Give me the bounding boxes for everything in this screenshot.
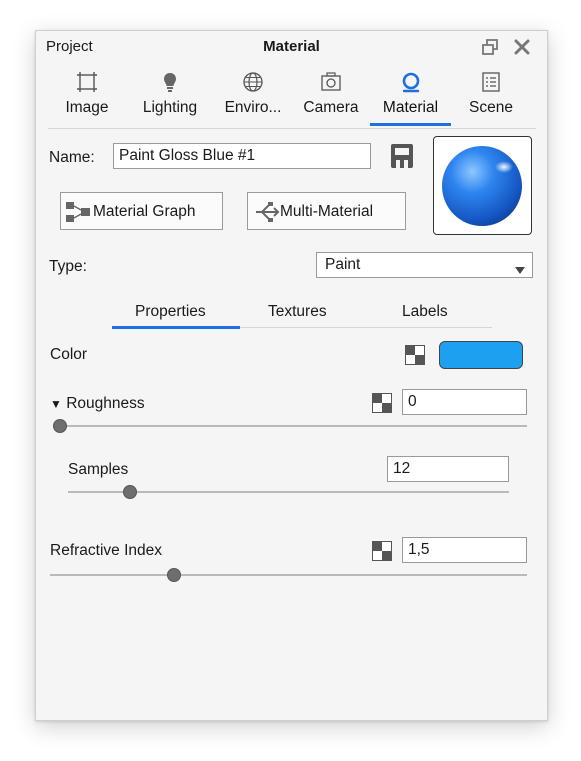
roughness-label-text: Roughness [66,395,145,412]
subtab-properties[interactable]: Properties [135,303,206,321]
image-frame-icon [76,71,98,93]
material-graph-label: Material Graph [93,203,196,220]
panel-tabs: Image Lighting Enviro... Camera Material… [36,69,547,129]
refractive-index-label: Refractive Index [50,542,162,559]
restore-window-icon[interactable] [480,37,500,57]
material-name-field[interactable]: Paint Gloss Blue #1 [113,143,371,169]
roughness-slider-track[interactable] [53,425,527,427]
subtab-textures[interactable]: Textures [268,303,327,321]
tab-camera[interactable]: Camera [294,69,368,125]
tab-label: Lighting [142,99,198,116]
name-label: Name: [49,149,95,166]
type-label: Type: [49,258,87,275]
refractive-index-slider-track[interactable] [50,574,527,576]
tab-scene[interactable]: Scene [456,69,526,125]
color-swatch[interactable] [439,341,523,369]
material-graph-icon [65,201,91,223]
preview-sphere [442,146,522,226]
texture-checker-icon[interactable] [372,393,392,413]
active-subtab-indicator [112,326,240,329]
panel-title: Material [263,38,320,55]
roughness-label[interactable]: ▼ Roughness [50,395,145,413]
title-bar: Project Material [36,31,547,63]
samples-value-field[interactable]: 12 [387,456,509,482]
tab-label: Enviro... [224,99,282,116]
multi-material-icon [254,201,280,223]
globe-icon [242,71,264,93]
material-panel-window: Project Material Image Lighting Enviro..… [35,30,548,721]
tab-environment[interactable]: Enviro... [214,69,292,125]
color-label: Color [50,346,88,363]
active-tab-indicator [370,123,451,126]
refractive-index-slider-knob[interactable] [167,568,182,582]
texture-checker-icon[interactable] [405,345,425,365]
type-dropdown[interactable]: Paint [316,252,533,278]
roughness-value-field[interactable]: 0 [402,389,527,415]
scene-list-icon [480,71,502,93]
close-icon[interactable] [512,37,532,57]
tabs-divider [48,128,536,129]
tab-material[interactable]: Material [370,69,451,125]
samples-slider-knob[interactable] [122,485,137,499]
tab-label: Scene [469,99,513,116]
type-value: Paint [325,256,361,273]
lightbulb-icon [159,71,181,93]
subtab-labels[interactable]: Labels [402,303,448,321]
disclosure-triangle-icon: ▼ [50,397,62,411]
refractive-index-field[interactable]: 1,5 [402,537,527,563]
samples-label: Samples [68,461,129,478]
tab-label: Material [382,99,439,116]
material-preview [433,136,532,235]
multi-material-button[interactable]: Multi-Material [247,192,406,230]
tab-lighting[interactable]: Lighting [132,69,208,125]
material-sphere-icon [400,71,422,93]
save-icon[interactable] [389,142,415,170]
camera-icon [320,71,342,93]
texture-checker-icon[interactable] [372,541,392,561]
tab-image[interactable]: Image [52,69,122,125]
material-graph-button[interactable]: Material Graph [60,192,223,230]
multi-material-label: Multi-Material [280,203,374,220]
chevron-down-icon [515,262,525,274]
roughness-slider-knob[interactable] [53,419,67,433]
tab-label: Image [65,99,109,116]
tab-label: Camera [303,99,359,116]
